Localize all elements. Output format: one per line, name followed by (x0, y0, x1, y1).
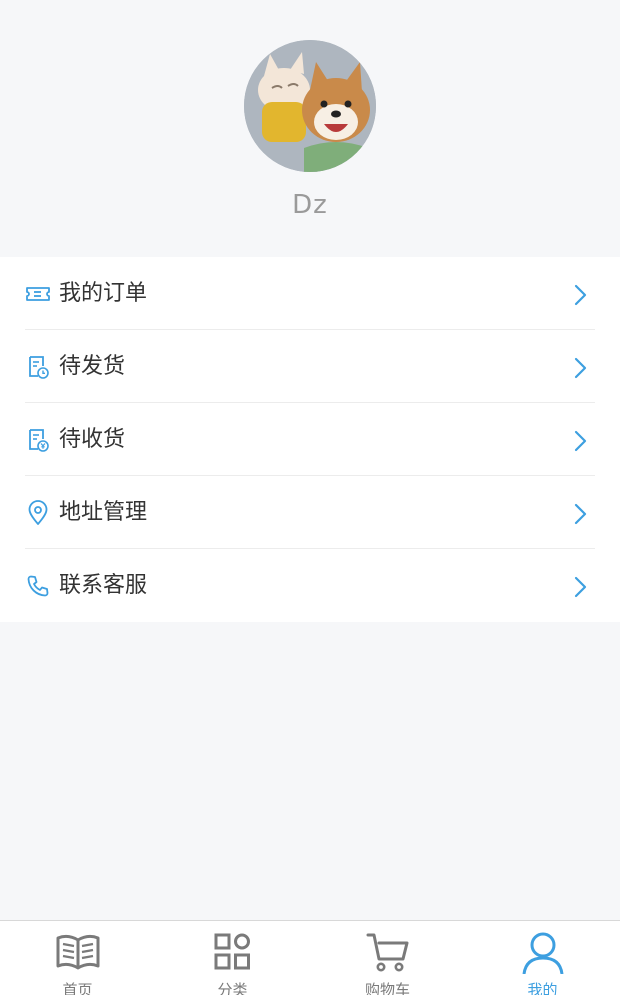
ticket-icon (25, 281, 51, 307)
location-pin-icon (25, 500, 51, 526)
chevron-right-icon (572, 283, 588, 307)
username: Dz (292, 190, 328, 220)
bottom-tab-bar: 首页 分类 购物车 我的 (0, 920, 620, 995)
chevron-right-icon (572, 502, 588, 526)
tab-label: 购物车 (364, 981, 410, 995)
menu-item-pending-receipt[interactable]: 待收货 (0, 403, 620, 476)
menu-item-my-orders[interactable]: 我的订单 (0, 257, 620, 330)
profile-page: Dz 我的订单 待发货 待收货 地址管理 联系客服 首页 分类 购物车 我的 (0, 0, 620, 995)
book-icon (55, 930, 101, 974)
user-icon (520, 930, 566, 975)
menu-item-label: 待发货 (59, 354, 126, 379)
menu-item-address-management[interactable]: 地址管理 (0, 476, 620, 549)
tab-label: 首页 (62, 981, 93, 995)
chevron-right-icon (572, 356, 588, 380)
phone-icon (25, 573, 51, 599)
category-grid-icon (210, 930, 256, 974)
document-clock-icon (25, 354, 51, 380)
cart-icon (365, 930, 411, 974)
tab-home[interactable]: 首页 (0, 921, 155, 995)
menu-item-label: 联系客服 (59, 573, 148, 598)
chevron-right-icon (572, 429, 588, 453)
menu-item-label: 待收货 (59, 427, 126, 452)
menu-list: 我的订单 待发货 待收货 地址管理 联系客服 (0, 257, 620, 622)
avatar[interactable] (244, 40, 376, 172)
menu-item-label: 我的订单 (59, 281, 148, 306)
menu-item-customer-service[interactable]: 联系客服 (0, 549, 620, 622)
menu-item-label: 地址管理 (59, 500, 148, 525)
menu-item-pending-shipment[interactable]: 待发货 (0, 330, 620, 403)
chevron-right-icon (572, 575, 588, 599)
tab-label: 我的 (527, 981, 558, 995)
tab-label: 分类 (217, 981, 248, 995)
tab-category[interactable]: 分类 (155, 921, 310, 995)
tab-cart[interactable]: 购物车 (310, 921, 465, 995)
avatar-photo (244, 40, 376, 172)
document-yen-icon (25, 427, 51, 453)
tab-profile[interactable]: 我的 (465, 921, 620, 995)
profile-header: Dz (0, 0, 620, 257)
